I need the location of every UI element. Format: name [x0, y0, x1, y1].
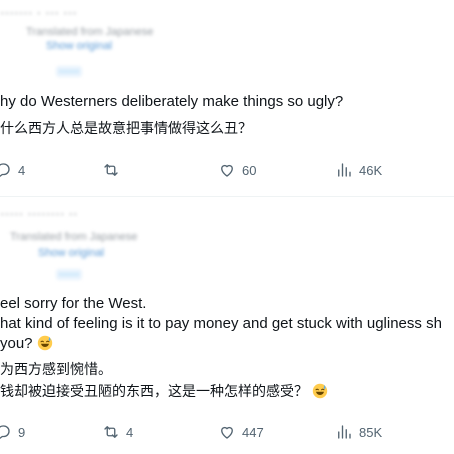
reply-button[interactable]: 4	[0, 160, 25, 180]
heart-icon	[221, 426, 233, 439]
views-chart-icon	[338, 163, 351, 177]
author-name[interactable]: ······· · ··· ···	[0, 4, 77, 20]
repost-icon	[104, 164, 118, 176]
post-text-line-4: 为西方感到惋惜。	[0, 362, 112, 378]
repost-button[interactable]: 4	[102, 422, 133, 442]
reply-count: 9	[18, 424, 26, 440]
like-button[interactable]: 447	[218, 422, 264, 442]
repost-button[interactable]	[102, 160, 126, 180]
views-chart-icon	[338, 425, 351, 439]
post-2[interactable]: ····· ········ ·· Translated from Japane…	[0, 197, 454, 454]
post-text-line-2: hat kind of feeling is it to pay money a…	[0, 315, 442, 332]
reply-tag: ······	[56, 66, 82, 77]
views-count: 85K	[359, 424, 383, 440]
post-text-line-5: 钱却被迫接受丑陋的东西，这是一种怎样的感受？	[0, 382, 328, 402]
repost-icon	[104, 426, 118, 438]
translated-note: Translated from Japanese	[26, 26, 154, 38]
views-button[interactable]: 46K	[335, 160, 382, 180]
post-text-line-3-text: you?	[0, 335, 33, 352]
sweat-smile-emoji	[313, 383, 328, 399]
heart-icon	[221, 164, 233, 177]
reply-icon	[0, 163, 10, 178]
reply-button[interactable]: 9	[0, 422, 25, 442]
action-bar: 9 4 447 85K	[0, 422, 454, 442]
post-text-line-2: 什么西方人总是故意把事情做得这么丑？	[0, 121, 252, 137]
like-count: 60	[242, 162, 257, 178]
repost-count: 4	[126, 424, 134, 440]
action-bar: 4 60 46K	[0, 160, 454, 180]
translated-note: Translated from Japanese	[10, 231, 138, 243]
reply-count: 4	[18, 162, 26, 178]
show-original-link[interactable]: Show original	[46, 40, 112, 52]
reply-icon	[0, 425, 10, 440]
like-count: 447	[242, 424, 264, 440]
views-button[interactable]: 85K	[335, 422, 382, 442]
post-1[interactable]: ······· · ··· ··· Translated from Japane…	[0, 0, 454, 196]
post-text-line-3: you?	[0, 334, 53, 354]
sweat-smile-emoji	[37, 335, 52, 351]
reply-tag: ······	[56, 269, 82, 280]
author-name[interactable]: ····· ········ ··	[0, 205, 78, 221]
like-button[interactable]: 60	[218, 160, 256, 180]
show-original-link[interactable]: Show original	[38, 247, 104, 259]
views-count: 46K	[359, 162, 383, 178]
post-text-line-1: eel sorry for the West.	[0, 295, 147, 312]
post-text-line-1: hy do Westerners deliberately make thing…	[0, 93, 344, 110]
post-text-line-5-text: 钱却被迫接受丑陋的东西，这是一种怎样的感受？	[0, 384, 308, 400]
